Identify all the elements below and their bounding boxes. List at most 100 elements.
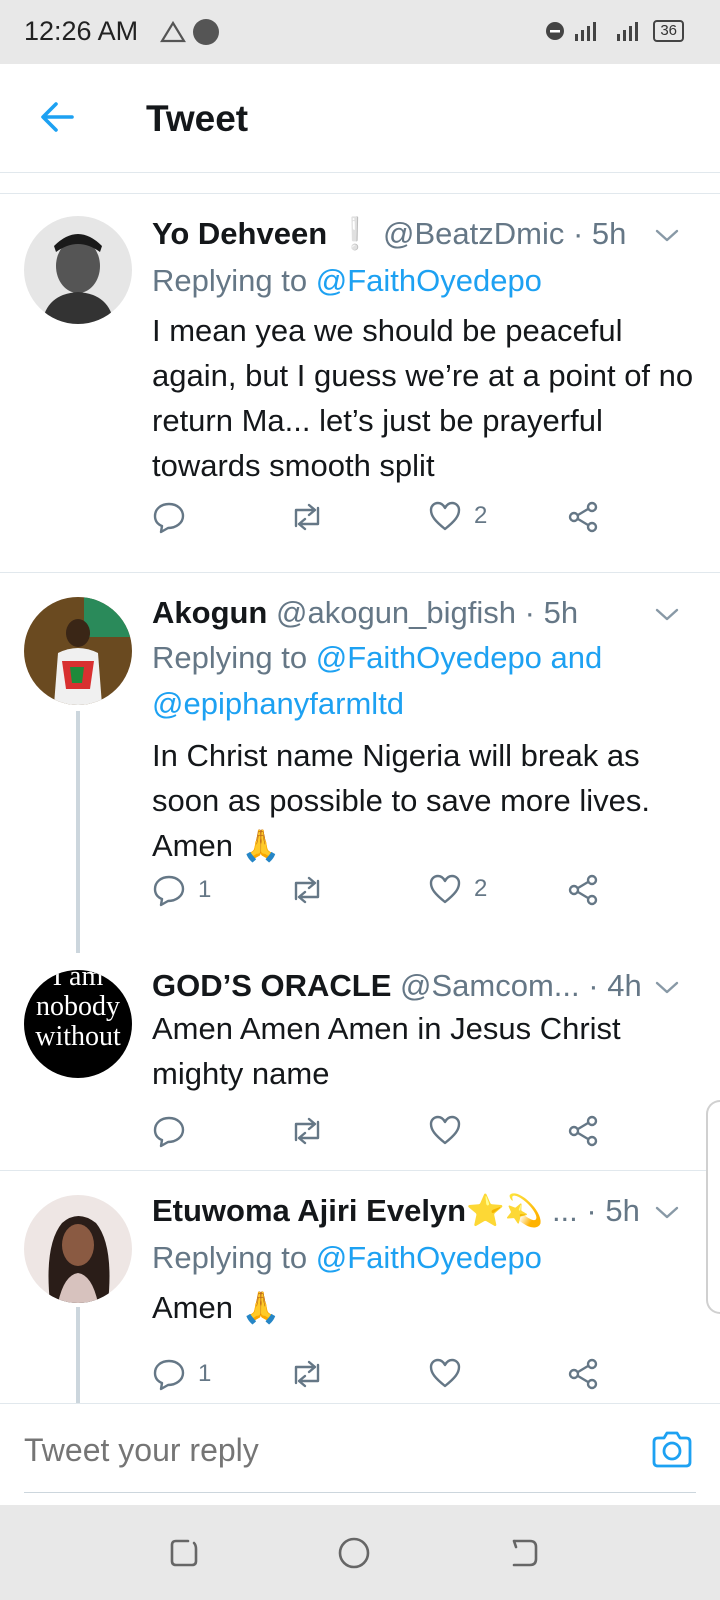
name-badge: ❕: [335, 216, 375, 251]
warning-icon: [160, 20, 186, 43]
thread-line: [76, 1307, 80, 1403]
tweet-actions: 2: [152, 500, 622, 544]
mention-link[interactable]: @FaithOyedepo and: [316, 640, 603, 675]
reply-button[interactable]: [152, 1114, 198, 1148]
tweet-header: Yo Dehveen ❕ @BeatzDmic · 5h: [152, 214, 626, 254]
tweet-text: Amen 🙏: [152, 1290, 281, 1325]
share-icon: [568, 874, 598, 906]
scroll-handle[interactable]: [706, 1100, 720, 1314]
retweet-icon: [294, 1117, 320, 1145]
status-left-icons: [160, 18, 220, 46]
tweet-time: · 5h: [572, 216, 627, 251]
back-nav-icon[interactable]: [506, 1535, 542, 1571]
display-name[interactable]: Akogun: [152, 595, 267, 630]
home-icon[interactable]: [336, 1535, 372, 1571]
chevron-down-icon[interactable]: [654, 974, 680, 1000]
signal-icon-2: [617, 22, 639, 41]
display-name[interactable]: Yo Dehveen: [152, 216, 327, 251]
tweet-time: · 4h: [588, 968, 642, 1003]
reply-button[interactable]: [152, 500, 198, 534]
share-icon: [568, 1358, 598, 1390]
recent-apps-icon[interactable]: [166, 1535, 202, 1571]
tweet-actions: 1 2: [152, 873, 622, 917]
chevron-down-icon[interactable]: [654, 1199, 680, 1225]
tweet[interactable]: I am nobody without GOD’S ORACLE @Samcom…: [0, 948, 720, 1170]
retweet-icon: [294, 876, 320, 904]
status-right-icons: 36: [545, 20, 684, 42]
tweet-time: · 5h: [524, 595, 579, 630]
thread-line: [76, 711, 80, 953]
like-count: 2: [474, 875, 488, 902]
retweet-button[interactable]: [288, 500, 338, 534]
share-button[interactable]: [566, 500, 600, 534]
mention-link[interactable]: @FaithOyedepo: [316, 263, 542, 298]
reply-icon: [153, 875, 185, 907]
tweet-time: · 5h: [586, 1193, 640, 1228]
like-count: 2: [474, 502, 488, 529]
user-handle[interactable]: @akogun_bigfish: [276, 595, 516, 630]
mention-link-2[interactable]: @epiphanyfarmltd: [152, 686, 404, 721]
reply-icon: [153, 502, 185, 534]
like-button[interactable]: [428, 1357, 474, 1389]
camera-icon[interactable]: [650, 1430, 694, 1470]
page-title: Tweet: [146, 98, 249, 139]
reply-button[interactable]: 1: [152, 1357, 211, 1391]
heart-icon: [429, 1115, 461, 1145]
input-underline: [24, 1492, 696, 1493]
share-button[interactable]: [566, 1114, 600, 1148]
status-bar: 12:26 AM 36: [0, 0, 720, 64]
replying-to: Replying to @FaithOyedepo: [152, 258, 542, 304]
avatar-text: I am nobody without: [35, 970, 121, 1052]
user-handle[interactable]: @Samcom...: [400, 968, 580, 1003]
replying-to-label: Replying to: [152, 640, 308, 675]
chevron-down-icon[interactable]: [654, 222, 680, 248]
reply-input[interactable]: [24, 1432, 624, 1469]
system-nav-bar: [0, 1505, 720, 1600]
tweet-text: Amen Amen Amen in Jesus Christ mighty na…: [152, 1011, 621, 1091]
share-button[interactable]: [566, 873, 600, 907]
tweet-header: Akogun @akogun_bigfish · 5h: [152, 593, 578, 633]
tweet[interactable]: Yo Dehveen ❕ @BeatzDmic · 5h Replying to…: [0, 194, 720, 562]
retweet-button[interactable]: [288, 1114, 338, 1148]
reply-button[interactable]: 1: [152, 873, 211, 907]
like-button[interactable]: 2: [428, 500, 487, 532]
avatar[interactable]: [24, 216, 132, 324]
like-button[interactable]: [428, 1114, 474, 1146]
tweet-header: GOD’S ORACLE @Samcom... · 4h: [152, 966, 642, 1006]
tweet-text: In Christ name Nigeria will break as soo…: [152, 738, 650, 863]
tweet[interactable]: Akogun @akogun_bigfish · 5h Replying to …: [0, 573, 720, 953]
notification-dot-icon: [193, 19, 219, 45]
replying-to: Replying to @FaithOyedepo and @epiphanyf…: [152, 635, 602, 727]
back-arrow-icon[interactable]: [36, 96, 78, 138]
display-name[interactable]: GOD’S ORACLE: [152, 968, 391, 1003]
reply-icon: [153, 1359, 185, 1391]
user-handle[interactable]: @BeatzDmic: [383, 216, 564, 251]
reply-composer: [0, 1403, 720, 1504]
share-icon: [568, 501, 598, 533]
battery-icon: 36: [653, 20, 684, 42]
share-icon: [568, 1115, 598, 1147]
reply-icon: [153, 1116, 185, 1148]
heart-icon: [429, 1358, 461, 1388]
heart-icon: [429, 874, 461, 904]
chevron-down-icon[interactable]: [654, 601, 680, 627]
mention-link[interactable]: @FaithOyedepo: [316, 1240, 542, 1275]
app-header: Tweet: [0, 64, 720, 173]
status-time: 12:26 AM: [24, 16, 139, 46]
like-button[interactable]: 2: [428, 873, 487, 905]
retweet-button[interactable]: [288, 1357, 338, 1391]
avatar[interactable]: [24, 1195, 132, 1303]
retweet-icon: [294, 503, 320, 531]
share-button[interactable]: [566, 1357, 600, 1391]
tweet-text: I mean yea we should be peaceful again, …: [152, 313, 694, 483]
tweet-header: Etuwoma Ajiri Evelyn⭐💫 ... · 5h: [152, 1191, 640, 1231]
tweet-actions: 1: [152, 1357, 622, 1401]
avatar[interactable]: I am nobody without: [24, 970, 132, 1078]
avatar[interactable]: [24, 597, 132, 705]
tweet[interactable]: Etuwoma Ajiri Evelyn⭐💫 ... · 5h Replying…: [0, 1171, 720, 1403]
display-name[interactable]: Etuwoma Ajiri Evelyn⭐💫: [152, 1193, 543, 1228]
retweet-button[interactable]: [288, 873, 338, 907]
reply-count: 1: [198, 876, 212, 903]
user-handle[interactable]: ...: [552, 1193, 578, 1228]
replying-to: Replying to @FaithOyedepo: [152, 1235, 542, 1281]
